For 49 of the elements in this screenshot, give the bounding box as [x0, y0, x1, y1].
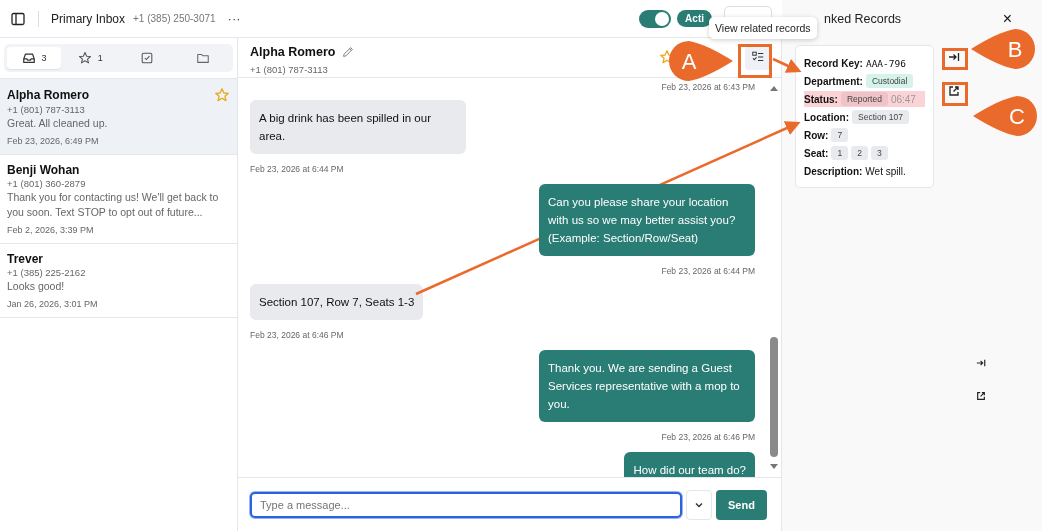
field-label: Description:	[804, 165, 863, 177]
field-value: Wet spill.	[865, 165, 906, 177]
contact-phone: +1 (801) 787-3113	[7, 104, 86, 115]
contact-name: Trever	[7, 252, 44, 266]
conversation-time: Feb 23, 2026, 6:49 PM	[7, 136, 100, 146]
message-bubble: Thank you. We are sending a Guest Services representative with a mop to you.	[539, 350, 755, 422]
message-time: Feb 23, 2026 at 6:46 PM	[661, 432, 755, 442]
message-preview: Thank you for contacting us! We'll get back to you soon. Text STOP to opt out of future...	[7, 190, 220, 220]
panel-title: nked Records	[824, 12, 902, 26]
field-label: Seat:	[804, 147, 829, 159]
tag: 7	[831, 128, 849, 142]
chat-contact-phone: +1 (801) 787-3113	[250, 64, 328, 75]
timer-text: 06:47	[890, 93, 916, 105]
contact-name: Benji Wohan	[7, 163, 80, 177]
contact-name: Alpha Romero	[7, 88, 89, 102]
inbox-title: Primary Inbox	[51, 11, 126, 26]
field-label: Record Key:	[804, 57, 863, 69]
message-time: Feb 23, 2026 at 6:44 PM	[661, 266, 755, 276]
tag: 2	[851, 146, 868, 160]
message-time: Feb 23, 2026 at 6:46 PM	[250, 330, 344, 340]
message-bubble: How did our team do?	[624, 452, 755, 477]
tag: Reported	[840, 92, 888, 106]
conversation-time: Jan 26, 2026, 3:01 PM	[7, 299, 99, 309]
tag: 3	[870, 146, 888, 160]
tag: Custodial	[865, 74, 914, 88]
message-preview: Looks good!	[7, 279, 66, 294]
message-preview: Great. All cleaned up.	[7, 116, 109, 131]
message-bubble: Can you please share your location with us so we may better assist you? (Example: Section/Row/Seat)	[539, 184, 755, 256]
message-bubble: A big drink has been spilled in our area.	[250, 100, 466, 154]
callout: B	[970, 28, 1036, 70]
field-label: Location:	[804, 111, 849, 123]
callout: A	[668, 40, 734, 82]
status-badge: Acti	[677, 10, 712, 27]
message-time: Feb 23, 2026 at 6:44 PM	[250, 164, 344, 174]
tooltip: View related records	[709, 17, 817, 39]
contact-phone: +1 (801) 360-2879	[7, 178, 87, 189]
message-bubble: Section 107, Row 7, Seats 1-3	[250, 284, 424, 320]
message-time: Feb 23, 2026 at 6:43 PM	[661, 82, 755, 92]
field-label: Status:	[804, 93, 838, 105]
chat-contact-name: Alpha Romero	[250, 45, 336, 59]
inbox-phone: +1 (385) 250-3071	[133, 13, 216, 24]
field-label: Department:	[804, 75, 863, 87]
field-value: AAA-796	[865, 57, 906, 69]
callout: C	[972, 95, 1038, 137]
contact-phone: +1 (385) 225-2162	[7, 267, 87, 278]
tag: Section 107	[852, 110, 909, 124]
conversation-time: Feb 2, 2026, 3:39 PM	[7, 225, 95, 235]
tag: 1	[831, 146, 849, 160]
field-label: Row:	[804, 129, 829, 141]
